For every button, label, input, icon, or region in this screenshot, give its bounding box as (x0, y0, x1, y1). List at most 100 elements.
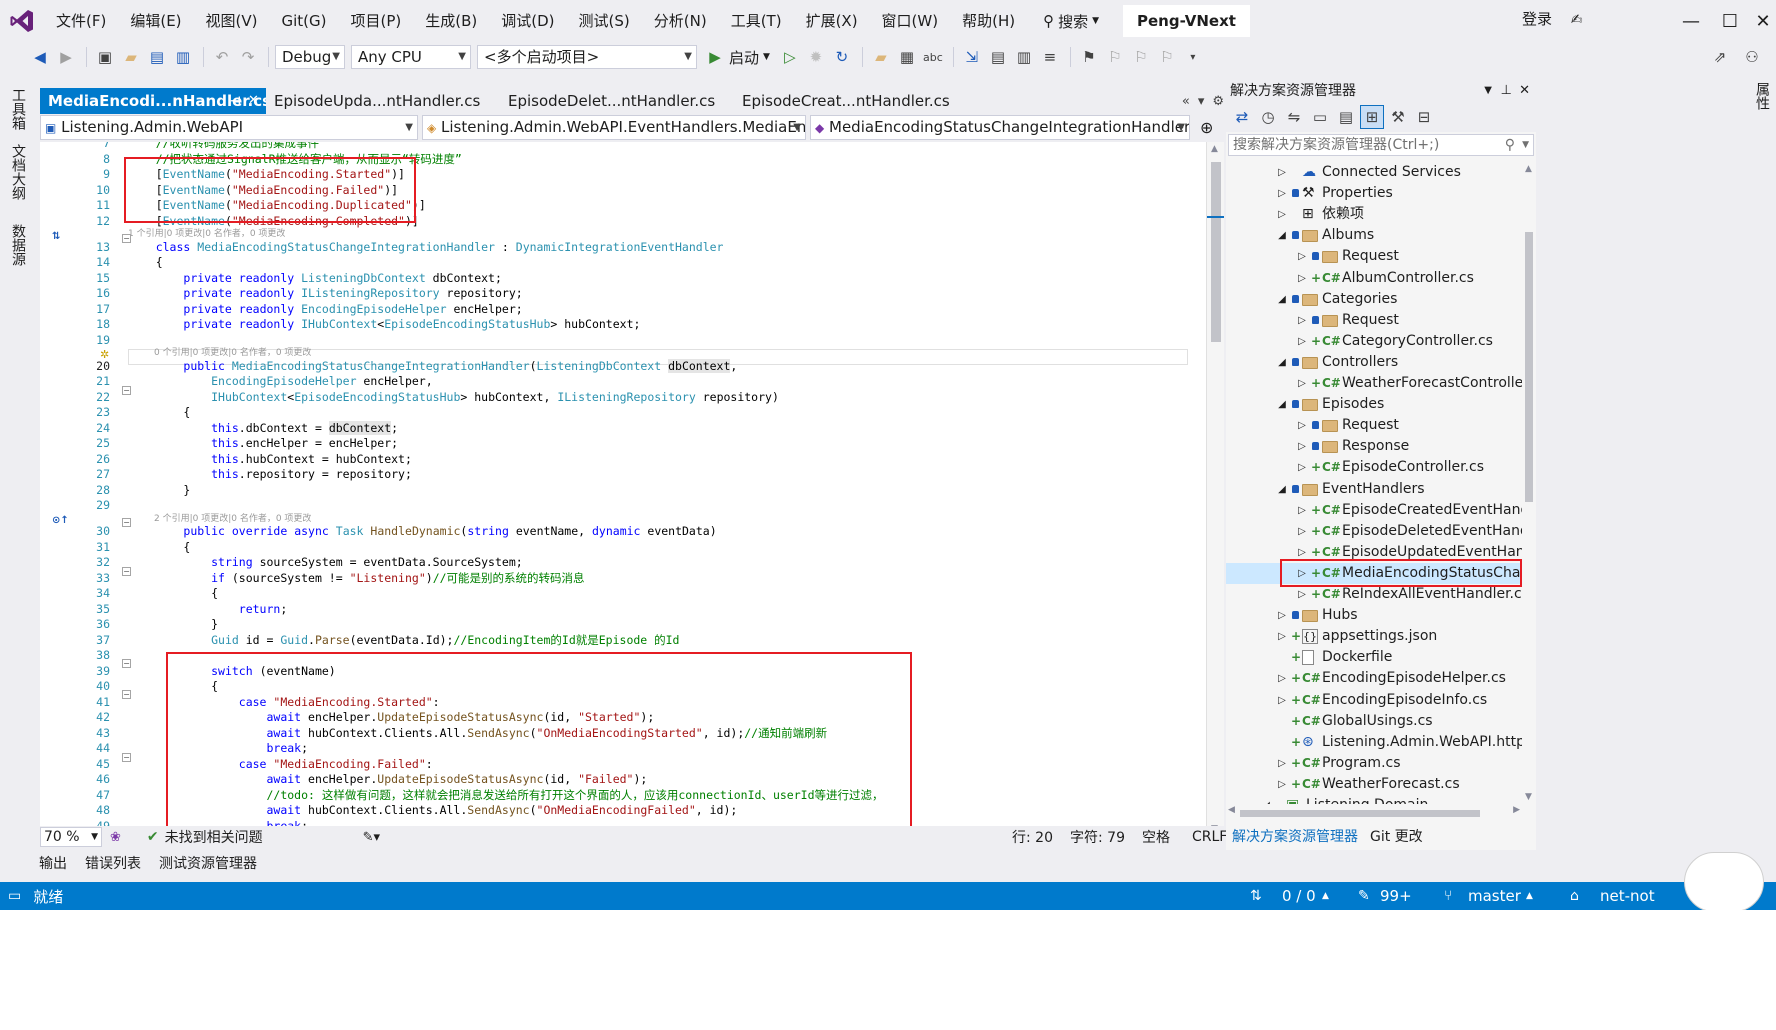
member-dropdown[interactable]: ◆ MediaEncodingStatusChangeIntegrationHa… (810, 115, 1190, 140)
edits-count[interactable]: 99+ (1380, 887, 1412, 905)
split-editor-icon[interactable]: ⊕ (1200, 115, 1213, 141)
repository-name[interactable]: net-not (1600, 887, 1655, 905)
collapse-arrow-icon[interactable]: ◢ (1276, 352, 1288, 373)
zoom-select[interactable]: 70 % ▼ (40, 827, 102, 847)
code-cleanup-icon[interactable]: ✎▾ (363, 830, 380, 845)
code-line[interactable]: 29 (40, 498, 1190, 513)
save-all-icon[interactable]: ▥ (171, 45, 195, 69)
save-icon[interactable]: ▤ (145, 45, 169, 69)
chevron-down-icon[interactable]: ▼ (1522, 135, 1529, 155)
tab-overflow-icon[interactable]: « (1182, 94, 1190, 109)
panel-menu-icon[interactable]: ▼ (1484, 80, 1492, 102)
code-line[interactable]: 25 this.encHelper = encHelper; (40, 436, 1190, 451)
tree-item[interactable]: ▷ + C# EncodingEpisodeInfo.cs (1226, 690, 1522, 711)
expand-arrow-icon[interactable]: ▷ (1296, 268, 1308, 289)
collapse-arrow-icon[interactable]: ◢ (1276, 479, 1288, 500)
expand-arrow-icon[interactable]: ▷ (1276, 753, 1288, 774)
expand-arrow-icon[interactable]: ▷ (1276, 162, 1288, 183)
menu-item[interactable]: Git(G) (270, 0, 339, 42)
scrollbar-thumb[interactable] (1240, 810, 1480, 817)
expand-arrow-icon[interactable]: ▷ (1276, 183, 1288, 204)
codelens-references[interactable]: 2 个引用|0 项更改|0 名作者，0 项更改 (154, 513, 311, 525)
menu-item[interactable]: 测试(S) (567, 0, 642, 42)
tree-item[interactable]: ▷ + C# EncodingEpisodeHelper.cs (1226, 668, 1522, 689)
collapse-arrow-icon[interactable]: ◢ (1276, 394, 1288, 415)
code-line[interactable]: 31 { (40, 540, 1190, 555)
bookmark-icon[interactable]: ⚑ (1077, 45, 1101, 69)
tree-item[interactable]: ▷ + C# MediaEncodingStatusChan (1226, 558, 1522, 587)
tree-item[interactable]: ▷ + C# Program.cs (1226, 753, 1522, 774)
expand-arrow-icon[interactable]: ▷ (1296, 310, 1308, 331)
scroll-left-arrow-icon[interactable]: ◀ (1228, 805, 1235, 815)
data-sources-tab[interactable]: 数据源 (8, 224, 28, 266)
code-line[interactable]: 20 public MediaEncodingStatusChangeInteg… (40, 358, 1190, 374)
platform-select[interactable]: Any CPU ▼ (351, 45, 471, 69)
tree-item[interactable]: ◢ Controllers (1226, 352, 1522, 373)
close-icon[interactable]: ✕ (248, 88, 259, 114)
tree-item[interactable]: ▷ ⊞ 依赖项 (1226, 204, 1522, 225)
tree-item[interactable]: ▷ + C# WeatherForecastController (1226, 373, 1522, 394)
scroll-up-arrow-icon[interactable]: ▲ (1525, 164, 1532, 174)
menu-item[interactable]: 帮助(H) (950, 0, 1027, 42)
column-indicator[interactable]: 字符: 79 (1070, 827, 1125, 847)
menu-item[interactable]: 工具(T) (719, 0, 794, 42)
expand-arrow-icon[interactable]: ▷ (1276, 204, 1288, 225)
scrollbar-thumb[interactable] (1211, 162, 1221, 342)
switch-views-icon[interactable]: ⇄ (1230, 105, 1254, 129)
collapse-arrow-icon[interactable]: ◢ (1276, 289, 1288, 310)
menu-item[interactable]: 生成(B) (413, 0, 489, 42)
tab-episode-updated-handler[interactable]: EpisodeUpda...ntHandler.cs (266, 88, 498, 114)
expand-arrow-icon[interactable]: ▷ (1296, 521, 1308, 542)
comment-icon[interactable]: ▤ (986, 45, 1010, 69)
code-line[interactable]: 19 (40, 333, 1190, 348)
tab-test-explorer[interactable]: 测试资源管理器 (154, 852, 262, 876)
tab-episode-created-handler[interactable]: EpisodeCreat...ntHandler.cs (732, 88, 966, 114)
project-dropdown[interactable]: ▣ Listening.Admin.WebAPI ▼ (40, 115, 418, 140)
tree-item[interactable]: ▷ + C# EpisodeDeletedEventHandl (1226, 521, 1522, 542)
tree-item[interactable]: ▷ Request (1226, 310, 1522, 331)
whitespace-indicator[interactable]: 空格 (1142, 827, 1170, 847)
scroll-down-arrow-icon[interactable]: ▼ (1525, 792, 1532, 802)
tree-item[interactable]: ▷ + C# WeatherForecast.cs (1226, 774, 1522, 795)
tab-settings-icon[interactable]: ⚙ (1212, 94, 1224, 109)
tree-view-toggle-icon[interactable]: ⊞ (1360, 105, 1384, 129)
solution-search-input[interactable]: 搜索解决方案资源管理器(Ctrl+;) ⚲ ▼ (1228, 134, 1534, 156)
close-icon[interactable]: ✕ (1519, 80, 1530, 102)
code-line[interactable]: 22 IHubContext<EpisodeEncodingStatusHub>… (40, 390, 1190, 405)
fold-toggle-icon[interactable]: − (122, 386, 131, 395)
collapse-arrow-icon[interactable]: ◢ (1260, 795, 1272, 804)
code-line[interactable]: 26 this.hubContext = hubContext; (40, 452, 1190, 467)
tab-media-encoding-handler[interactable]: MediaEncodi...nHandler.cs ⊣ ✕ (40, 88, 271, 114)
line-indicator[interactable]: 行: 20 (1012, 827, 1053, 847)
chevron-down-icon[interactable]: ▼ (763, 52, 770, 62)
close-window-button[interactable]: ✕ (1740, 0, 1776, 42)
tree-item[interactable]: ▷ + C# ReIndexAllEventHandler.cs (1226, 584, 1522, 605)
feedback-icon[interactable]: ⚇ (1740, 45, 1764, 69)
expand-arrow-icon[interactable]: ▷ (1296, 246, 1308, 267)
expand-arrow-icon[interactable]: ▷ (1296, 457, 1308, 478)
code-line[interactable]: 36 } (40, 617, 1190, 632)
code-editor[interactable]: ⇅ ⊙↑ ✲ 7 //收听转码服务发出的集成事件 8 //把状态通过SignalR… (40, 142, 1224, 836)
code-line[interactable]: 35 return; (40, 602, 1190, 617)
tree-item[interactable]: ▷ + C# EpisodeController.cs (1226, 457, 1522, 478)
tree-item[interactable]: ▷ Hubs (1226, 605, 1522, 626)
spell-check-icon[interactable]: abc (921, 45, 945, 69)
chevron-up-icon[interactable]: ▲ (1322, 891, 1329, 901)
menu-item[interactable]: 编辑(E) (118, 0, 193, 42)
tree-item[interactable]: ▷ +{} appsettings.json (1226, 626, 1522, 647)
scrollbar-thumb[interactable] (1525, 232, 1533, 502)
tree-item[interactable]: + ⊛ Listening.Admin.WebAPI.http (1226, 732, 1522, 753)
code-line[interactable]: 24 this.dbContext = dbContext; (40, 420, 1190, 436)
source-control-arrows-icon[interactable]: ⇅ (1250, 888, 1262, 904)
undo-icon[interactable]: ↶ (210, 45, 234, 69)
expand-arrow-icon[interactable]: ▷ (1276, 626, 1288, 647)
tab-episode-deleted-handler[interactable]: EpisodeDelet...ntHandler.cs (498, 88, 732, 114)
properties-tab[interactable]: 属性 (1752, 82, 1772, 110)
next-bookmark-icon[interactable]: ⚐ (1129, 45, 1153, 69)
open-file-icon[interactable]: ▰ (119, 45, 143, 69)
tree-item[interactable]: ▷ Response (1226, 436, 1522, 457)
prev-bookmark-icon[interactable]: ⚐ (1103, 45, 1127, 69)
toolbox-tab[interactable]: 工具箱 (8, 88, 28, 130)
fold-toggle-icon[interactable]: − (122, 234, 131, 243)
code-line[interactable]: 23 { (40, 405, 1190, 420)
